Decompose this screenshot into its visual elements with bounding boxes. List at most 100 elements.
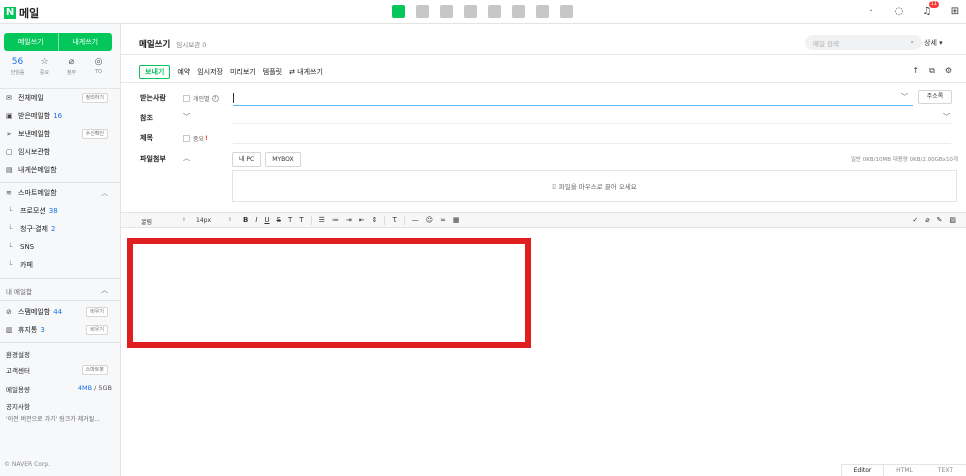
font-size-select[interactable]: 14px ⇕	[196, 217, 232, 224]
indent-icon[interactable]: ⇥	[346, 216, 352, 225]
contacts-app-icon[interactable]	[440, 5, 453, 18]
gear-icon[interactable]: ⚙	[945, 66, 952, 76]
chevron-down-icon[interactable]: ﹀	[901, 92, 908, 102]
preview-button[interactable]: 미리보기	[230, 67, 256, 77]
image-icon[interactable]: ▨	[949, 216, 956, 224]
text-color-icon[interactable]: T	[288, 216, 292, 225]
mail-app-icon[interactable]	[392, 5, 405, 18]
bookmark-app-icon[interactable]	[560, 5, 573, 18]
quick-unread[interactable]: 56 안읽음	[4, 57, 31, 76]
detail-search-button[interactable]: 상세 ▾	[924, 38, 943, 48]
italic-icon[interactable]: I	[255, 216, 257, 225]
search-input[interactable]: 메일 검색 ⌕	[805, 35, 922, 50]
important-option[interactable]: 중요 !	[183, 134, 208, 143]
to-input[interactable]	[233, 90, 913, 106]
chat-icon[interactable]: ◌	[892, 4, 906, 18]
popout-icon[interactable]: ⧉	[929, 66, 935, 76]
sidebar-item-spam[interactable]: ⊘ 스팸메일함 44 비우기	[6, 304, 114, 320]
attach-mybox-button[interactable]: MYBOX	[265, 152, 301, 167]
notice-text[interactable]: '이전 버전으로 가기' 링크가 제거될...	[6, 414, 114, 423]
smartbot-button[interactable]: 스마트봇	[81, 365, 108, 375]
spellcheck-icon[interactable]: ✓	[912, 216, 918, 224]
underline-icon[interactable]: U	[264, 216, 269, 225]
send-button[interactable]: 보내기	[139, 65, 171, 79]
important-checkbox[interactable]	[183, 135, 190, 142]
template-button[interactable]: 템플릿	[263, 67, 282, 77]
sidebar-item-self[interactable]: ▤ 내게쓴메일함	[6, 162, 114, 178]
save-draft-button[interactable]: 임시저장	[197, 67, 223, 77]
file-dropzone[interactable]: ▯ 파일을 마우스로 끌어 오세요	[232, 170, 957, 202]
chevron-up-icon[interactable]: ︿	[101, 285, 108, 295]
empty-trash-button[interactable]: 비우기	[86, 325, 108, 335]
outdent-icon[interactable]: ⇤	[359, 216, 365, 225]
personal-checkbox[interactable]	[183, 95, 190, 102]
grid-menu-icon[interactable]: ⊞	[948, 4, 962, 18]
personal-send-option[interactable]: 개인별 ?	[183, 94, 219, 103]
search-icon[interactable]: ⌕	[910, 38, 914, 47]
background-color-icon[interactable]: T	[299, 216, 303, 225]
attachment-icon[interactable]: ⌀	[925, 216, 929, 224]
mybox-app-icon[interactable]	[488, 5, 501, 18]
tab-text[interactable]: TEXT	[925, 465, 966, 476]
bold-icon[interactable]: B	[243, 216, 248, 225]
sidebar-item-sent[interactable]: ➢ 보낸메일함 수신확인	[6, 126, 114, 142]
support-link[interactable]: 고객센터 스마트봇	[6, 362, 114, 378]
link-icon[interactable]: ∞	[440, 216, 446, 225]
home-app-icon[interactable]	[536, 5, 549, 18]
subject-input[interactable]	[233, 130, 951, 144]
memo-app-icon[interactable]	[464, 5, 477, 18]
empty-spam-button[interactable]: 비우기	[86, 307, 108, 317]
sidebar-item-drafts[interactable]: ▢ 임시보관함	[6, 144, 114, 160]
quick-filters: 56 안읽음 ☆ 중요 ⌀ 첨부 ◎ TO	[4, 57, 112, 76]
sidebar-item-sns[interactable]: └ SNS	[6, 239, 114, 255]
sidebar-item-billing[interactable]: └ 청구·결제 2	[6, 221, 114, 237]
quick-label: 안읽음	[10, 70, 25, 76]
notice-title[interactable]: 공지사항	[6, 401, 114, 411]
read-receipt-button[interactable]: 수신확인	[81, 129, 108, 139]
chevron-up-icon[interactable]: ︿	[183, 153, 190, 163]
sidebar-item-smart[interactable]: ≋ 스마트메일함 ︿	[6, 185, 114, 201]
todo-app-icon[interactable]	[512, 5, 525, 18]
align-icon[interactable]: ☰	[319, 216, 325, 225]
arrow-up-icon[interactable]: ↑	[912, 66, 919, 76]
my-mailbox-section[interactable]: 내 메일함	[6, 286, 114, 296]
attach-my-pc-button[interactable]: 내 PC	[232, 152, 262, 167]
settings-link[interactable]: 환경설정	[6, 349, 114, 359]
address-book-button[interactable]: 주소록	[918, 90, 952, 104]
cc-input[interactable]	[233, 110, 951, 124]
font-family-select[interactable]: 굴림 ⇕	[141, 217, 186, 226]
quick-important[interactable]: ☆ 중요	[31, 57, 58, 76]
chevron-down-icon[interactable]: ﹀	[943, 112, 950, 122]
organize-button[interactable]: 정리하기	[81, 93, 108, 103]
mail-body-editor[interactable]	[121, 229, 966, 464]
chevron-down-icon[interactable]: ﹀	[183, 112, 190, 122]
strikethrough-icon[interactable]: S	[277, 216, 281, 225]
emoji-icon[interactable]: ☺	[426, 216, 433, 225]
sidebar-item-trash[interactable]: ▥ 휴지통 3 비우기	[6, 322, 114, 338]
tab-editor[interactable]: Editor	[841, 465, 884, 476]
sidebar-item-cafe[interactable]: └ 카페	[6, 257, 114, 273]
line-height-icon[interactable]: ⇕	[372, 216, 378, 225]
draft-count[interactable]: 임시보관 0	[176, 39, 206, 49]
tab-html[interactable]: HTML	[884, 465, 925, 476]
calendar-app-icon[interactable]	[416, 5, 429, 18]
sidebar-item-promotion[interactable]: └ 프로모션 38	[6, 203, 114, 219]
quick-to-me[interactable]: ◎ TO	[85, 57, 112, 76]
naver-mail-logo[interactable]: N 메일	[4, 5, 39, 21]
notification-bell-icon[interactable]: ♫ 11	[920, 1, 939, 18]
compose-mail-button[interactable]: 메일쓰기	[4, 33, 58, 51]
signature-icon[interactable]: ✎	[937, 216, 943, 224]
clear-format-icon[interactable]: Ꚍ	[392, 216, 396, 225]
quick-attachment[interactable]: ⌀ 첨부	[58, 57, 85, 76]
write-to-self-button[interactable]: ⇄ 내게쓰기	[289, 67, 323, 77]
table-icon[interactable]: ▦	[453, 216, 460, 225]
sidebar-item-inbox[interactable]: ▣ 받은메일함 16	[6, 108, 114, 124]
bullet-list-icon[interactable]: ≔	[332, 216, 339, 225]
help-icon[interactable]: ?	[211, 95, 219, 102]
schedule-button[interactable]: 예약	[177, 67, 190, 77]
horizontal-line-icon[interactable]: —	[412, 216, 419, 225]
dot-icon[interactable]: ·	[864, 4, 878, 18]
chevron-up-icon[interactable]: ︿	[101, 188, 108, 198]
sidebar-item-all-mail[interactable]: ✉ 전체메일 정리하기	[6, 90, 114, 106]
compose-self-button[interactable]: 내게쓰기	[57, 33, 113, 51]
